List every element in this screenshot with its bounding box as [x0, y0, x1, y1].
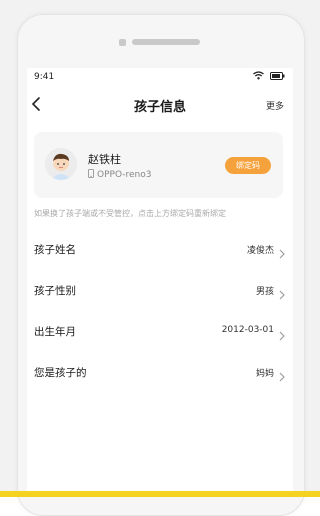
row-value: 妈妈	[255, 369, 274, 379]
device-frame: 9:41 孩子信息 更多 赵铁柱 OPPO-reno3 绑定码 如果换了孩子端或…	[0, 0, 320, 516]
binding-code-button[interactable]: 绑定码	[225, 157, 271, 174]
chevron-right-icon	[278, 285, 286, 300]
row-label: 出生年月	[34, 326, 76, 338]
row-label: 孩子性别	[34, 285, 76, 297]
wifi-icon	[253, 71, 264, 80]
bottom-accent-bar	[0, 491, 320, 497]
chevron-right-icon	[278, 244, 286, 259]
child-card: 赵铁柱 OPPO-reno3 绑定码	[34, 132, 283, 198]
app-screen: 9:41 孩子信息 更多 赵铁柱 OPPO-reno3 绑定码 如果换了孩子端或…	[27, 68, 293, 497]
status-bar: 9:41	[27, 68, 293, 86]
rebind-hint: 如果换了孩子端或不受管控，点击上方绑定码重新绑定	[34, 209, 226, 218]
speaker-grill	[132, 39, 200, 45]
camera-dot	[119, 38, 126, 46]
navigation-bar: 孩子信息 更多	[27, 90, 293, 122]
device-info: OPPO-reno3	[88, 169, 152, 181]
row-label: 您是孩子的	[34, 367, 87, 379]
row-birth-date[interactable]: 出生年月 2012-03-01	[34, 320, 286, 344]
status-time: 9:41	[34, 72, 55, 82]
page-title: 孩子信息	[133, 100, 186, 115]
row-label: 孩子姓名	[34, 244, 76, 256]
battery-icon	[270, 71, 285, 80]
phone-icon	[88, 169, 94, 181]
row-value: 男孩	[255, 287, 274, 297]
child-name: 赵铁柱	[88, 153, 121, 166]
row-child-gender[interactable]: 孩子性别 男孩	[34, 279, 286, 303]
status-icons	[253, 71, 285, 80]
chevron-right-icon	[278, 367, 286, 382]
row-child-name[interactable]: 孩子姓名 凌俊杰	[34, 238, 286, 262]
device-name: OPPO-reno3	[97, 170, 152, 180]
row-value: 2012-03-01	[221, 325, 274, 335]
chevron-right-icon	[278, 326, 286, 341]
row-value: 凌俊杰	[246, 246, 274, 256]
child-avatar	[45, 148, 77, 180]
row-relationship[interactable]: 您是孩子的 妈妈	[34, 361, 286, 385]
more-button[interactable]: 更多	[266, 99, 284, 112]
phone-speaker	[119, 38, 200, 46]
